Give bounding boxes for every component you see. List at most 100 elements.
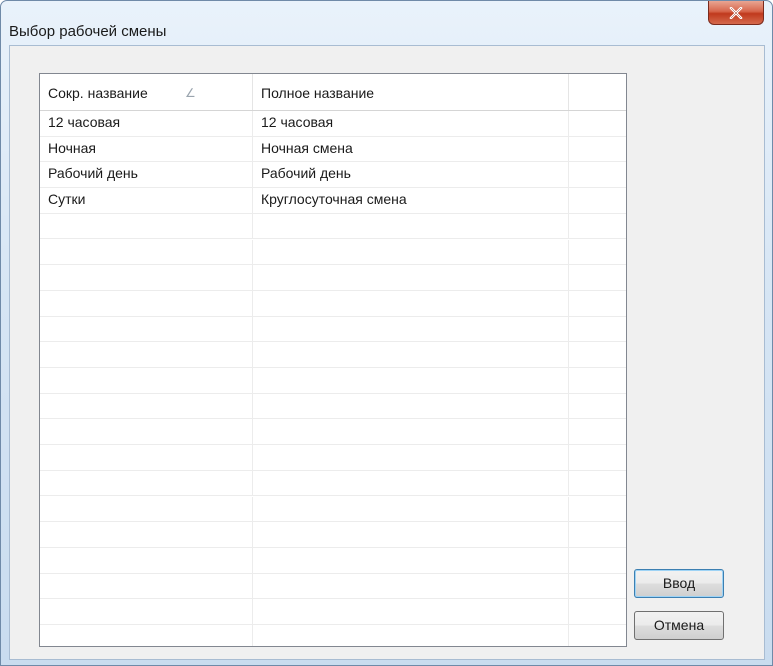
enter-button[interactable]: Ввод bbox=[634, 569, 724, 598]
list-body: 12 часовая 12 часовая Ночная Ночная смена Ра… bbox=[40, 111, 626, 646]
cell-short-name bbox=[40, 573, 253, 599]
cell-filler bbox=[569, 240, 626, 265]
column-header-label: Полное название bbox=[261, 85, 375, 101]
cell-filler bbox=[569, 599, 626, 624]
cell-filler bbox=[569, 265, 626, 290]
table-row-empty bbox=[40, 445, 626, 471]
dialog-client-area: Сокр. название ∠ Полное название 12 часо… bbox=[9, 45, 765, 660]
column-header-short-name[interactable]: Сокр. название ∠ bbox=[40, 74, 253, 110]
cell-full-name: Круглосуточная смена bbox=[253, 188, 569, 213]
table-row-empty bbox=[40, 470, 626, 497]
cell-short-name bbox=[40, 290, 253, 316]
window-title: Выбор рабочей смены bbox=[9, 23, 167, 40]
cell-short-name: Сутки bbox=[40, 188, 253, 213]
cancel-button[interactable]: Отмена bbox=[634, 611, 724, 640]
cell-full-name bbox=[253, 573, 569, 599]
cell-short-name bbox=[40, 522, 253, 547]
cell-short-name bbox=[40, 445, 253, 470]
table-row-empty bbox=[40, 599, 626, 625]
cell-filler bbox=[569, 445, 626, 470]
cell-full-name bbox=[253, 213, 569, 239]
table-row[interactable]: Сутки Круглосуточная смена bbox=[40, 188, 626, 214]
dialog-window: Выбор рабочей смены Сокр. название ∠ Пол… bbox=[0, 0, 773, 666]
cell-full-name bbox=[253, 368, 569, 393]
cell-short-name bbox=[40, 393, 253, 419]
cell-short-name bbox=[40, 625, 253, 646]
cell-short-name bbox=[40, 496, 253, 522]
table-row-empty bbox=[40, 342, 626, 368]
cell-full-name bbox=[253, 470, 569, 496]
table-row-empty bbox=[40, 239, 626, 266]
cell-filler bbox=[569, 111, 626, 136]
cell-full-name bbox=[253, 599, 569, 624]
table-row[interactable]: 12 часовая 12 часовая bbox=[40, 111, 626, 137]
cell-full-name bbox=[253, 445, 569, 470]
sort-ascending-icon: ∠ bbox=[185, 86, 196, 100]
cell-filler bbox=[569, 317, 626, 342]
cell-filler bbox=[569, 625, 626, 646]
cell-full-name bbox=[253, 496, 569, 522]
table-row-empty bbox=[40, 547, 626, 574]
cell-filler bbox=[569, 214, 626, 239]
table-row[interactable]: Рабочий день Рабочий день bbox=[40, 162, 626, 189]
table-row-empty bbox=[40, 213, 626, 240]
cell-filler bbox=[569, 137, 626, 162]
list-header: Сокр. название ∠ Полное название bbox=[40, 74, 626, 111]
cell-short-name bbox=[40, 547, 253, 573]
cell-short-name bbox=[40, 470, 253, 496]
table-row-empty bbox=[40, 496, 626, 523]
cell-full-name bbox=[253, 419, 569, 445]
cell-full-name bbox=[253, 625, 569, 646]
cell-short-name bbox=[40, 239, 253, 265]
table-row-empty bbox=[40, 573, 626, 600]
cell-short-name bbox=[40, 316, 253, 342]
cell-full-name bbox=[253, 342, 569, 367]
table-row-empty bbox=[40, 368, 626, 394]
cell-short-name bbox=[40, 419, 253, 445]
cell-filler bbox=[569, 497, 626, 522]
cell-full-name: 12 часовая bbox=[253, 111, 569, 136]
cell-full-name bbox=[253, 290, 569, 316]
table-row-empty bbox=[40, 522, 626, 548]
cell-short-name bbox=[40, 213, 253, 239]
cell-filler bbox=[569, 522, 626, 547]
cell-filler bbox=[569, 394, 626, 419]
table-row-empty bbox=[40, 419, 626, 446]
cell-full-name bbox=[253, 239, 569, 265]
title-bar[interactable]: Выбор рабочей смены bbox=[1, 1, 772, 45]
cell-filler bbox=[569, 162, 626, 187]
table-row-empty bbox=[40, 265, 626, 291]
shift-list[interactable]: Сокр. название ∠ Полное название 12 часо… bbox=[39, 73, 627, 647]
cell-full-name bbox=[253, 265, 569, 290]
cell-short-name bbox=[40, 368, 253, 393]
column-header-full-name[interactable]: Полное название bbox=[253, 74, 569, 110]
cell-filler bbox=[569, 419, 626, 444]
cell-filler bbox=[569, 342, 626, 367]
cell-filler bbox=[569, 471, 626, 496]
close-button[interactable] bbox=[708, 1, 764, 25]
table-row[interactable]: Ночная Ночная смена bbox=[40, 136, 626, 163]
column-header-filler bbox=[569, 74, 626, 110]
table-row-empty bbox=[40, 393, 626, 420]
cell-full-name bbox=[253, 316, 569, 342]
cell-short-name bbox=[40, 599, 253, 624]
close-icon bbox=[729, 6, 743, 19]
cell-filler bbox=[569, 574, 626, 599]
table-row-empty bbox=[40, 625, 626, 646]
cell-filler bbox=[569, 368, 626, 393]
cell-short-name bbox=[40, 342, 253, 367]
cell-short-name: Рабочий день bbox=[40, 162, 253, 188]
cell-short-name: 12 часовая bbox=[40, 111, 253, 136]
cell-filler bbox=[569, 188, 626, 213]
cell-filler bbox=[569, 291, 626, 316]
table-row-empty bbox=[40, 316, 626, 343]
column-header-label: Сокр. название bbox=[48, 85, 148, 101]
cell-full-name bbox=[253, 393, 569, 419]
cell-full-name bbox=[253, 547, 569, 573]
cell-filler bbox=[569, 548, 626, 573]
cell-short-name bbox=[40, 265, 253, 290]
cell-full-name: Рабочий день bbox=[253, 162, 569, 188]
cell-full-name bbox=[253, 522, 569, 547]
table-row-empty bbox=[40, 290, 626, 317]
cell-short-name: Ночная bbox=[40, 136, 253, 162]
